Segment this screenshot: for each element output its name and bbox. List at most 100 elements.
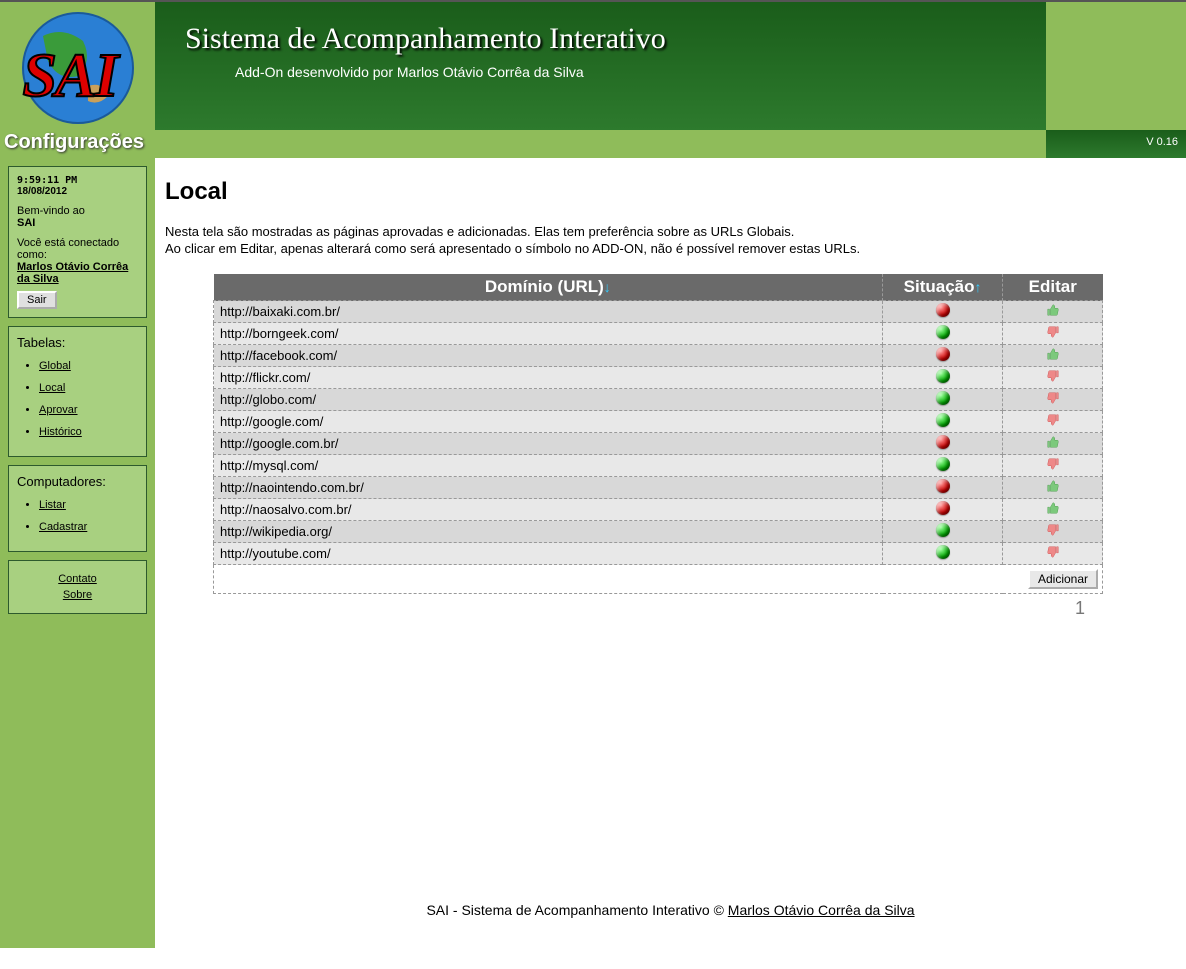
clock-time: 9:59:11 PM <box>17 175 138 186</box>
sidebar-item-cadastrar[interactable]: Cadastrar <box>39 521 87 533</box>
thumb-down-icon[interactable] <box>1045 545 1061 559</box>
status-red-icon <box>936 501 950 515</box>
sidebar-link-contato[interactable]: Contato <box>17 573 138 585</box>
cell-status <box>883 521 1003 543</box>
column-url[interactable]: Domínio (URL)↓ <box>214 274 883 301</box>
subheader-spacer <box>155 130 1046 158</box>
footer: SAI - Sistema de Acompanhamento Interati… <box>155 882 1186 938</box>
clock-date: 18/08/2012 <box>17 186 138 197</box>
table-row: http://flickr.com/ <box>214 367 1103 389</box>
sidebar-computers-list: Listar Cadastrar <box>17 499 138 533</box>
cell-url: http://globo.com/ <box>214 389 883 411</box>
sidebar-tables-title: Tabelas: <box>17 335 138 350</box>
table-row: http://borngeek.com/ <box>214 323 1103 345</box>
cell-edit <box>1003 499 1103 521</box>
thumb-up-icon[interactable] <box>1045 347 1061 361</box>
page-title: Local <box>165 178 1176 206</box>
cell-edit <box>1003 521 1103 543</box>
cell-status <box>883 543 1003 565</box>
sidebar-item-global[interactable]: Global <box>39 360 71 372</box>
cell-status <box>883 433 1003 455</box>
table-row: http://mysql.com/ <box>214 455 1103 477</box>
thumb-down-icon[interactable] <box>1045 413 1061 427</box>
page-desc-2: Ao clicar em Editar, apenas alterará com… <box>165 241 1176 256</box>
thumb-up-icon[interactable] <box>1045 435 1061 449</box>
cell-edit <box>1003 367 1103 389</box>
page-desc-1: Nesta tela são mostradas as páginas apro… <box>165 224 1176 239</box>
thumb-down-icon[interactable] <box>1045 325 1061 339</box>
thumb-down-icon[interactable] <box>1045 523 1061 537</box>
cell-edit <box>1003 389 1103 411</box>
status-red-icon <box>936 479 950 493</box>
sidebar-tables-list: Global Local Aprovar Histórico <box>17 360 138 438</box>
cell-status <box>883 323 1003 345</box>
sidebar-item-historico[interactable]: Histórico <box>39 426 82 438</box>
cell-edit <box>1003 455 1103 477</box>
version-label: V 0.16 <box>1046 130 1186 158</box>
cell-status <box>883 411 1003 433</box>
sidebar-links-box: Contato Sobre <box>8 560 147 614</box>
welcome-text: Bem-vindo ao SAI <box>17 205 138 229</box>
table-row: http://google.com.br/ <box>214 433 1103 455</box>
cell-url: http://naosalvo.com.br/ <box>214 499 883 521</box>
thumb-up-icon[interactable] <box>1045 303 1061 317</box>
sidebar-item-aprovar[interactable]: Aprovar <box>39 404 78 416</box>
cell-edit <box>1003 345 1103 367</box>
sidebar-link-sobre[interactable]: Sobre <box>17 589 138 601</box>
url-table: Domínio (URL)↓ Situação↑ Editar http://b… <box>213 274 1103 594</box>
status-green-icon <box>936 391 950 405</box>
table-row: http://google.com/ <box>214 411 1103 433</box>
sidebar-computers-title: Computadores: <box>17 474 138 489</box>
cell-edit <box>1003 543 1103 565</box>
status-red-icon <box>936 347 950 361</box>
subheader-title: Configurações <box>0 130 155 158</box>
content: Local Nesta tela são mostradas as página… <box>155 158 1186 948</box>
logout-button[interactable]: Sair <box>17 291 57 309</box>
pager: 1 <box>213 598 1103 619</box>
cell-status <box>883 345 1003 367</box>
header: SAI Sistema de Acompanhamento Interativo… <box>0 0 1186 130</box>
cell-url: http://borngeek.com/ <box>214 323 883 345</box>
cell-edit <box>1003 477 1103 499</box>
table-row: http://wikipedia.org/ <box>214 521 1103 543</box>
status-red-icon <box>936 435 950 449</box>
status-green-icon <box>936 369 950 383</box>
sidebar: 9:59:11 PM 18/08/2012 Bem-vindo ao SAI V… <box>0 158 155 948</box>
cell-url: http://google.com.br/ <box>214 433 883 455</box>
status-green-icon <box>936 457 950 471</box>
column-status[interactable]: Situação↑ <box>883 274 1003 301</box>
sort-down-icon: ↓ <box>604 279 611 295</box>
thumb-up-icon[interactable] <box>1045 501 1061 515</box>
sidebar-item-local[interactable]: Local <box>39 382 65 394</box>
username-link[interactable]: Marlos Otávio Corrêa da Silva <box>17 261 128 285</box>
cell-url: http://youtube.com/ <box>214 543 883 565</box>
column-edit[interactable]: Editar <box>1003 274 1103 301</box>
table-row: http://globo.com/ <box>214 389 1103 411</box>
cell-url: http://baixaki.com.br/ <box>214 301 883 323</box>
cell-edit <box>1003 411 1103 433</box>
cell-status <box>883 499 1003 521</box>
thumb-down-icon[interactable] <box>1045 369 1061 383</box>
sidebar-item-listar[interactable]: Listar <box>39 499 66 511</box>
thumb-down-icon[interactable] <box>1045 457 1061 471</box>
thumb-down-icon[interactable] <box>1045 391 1061 405</box>
cell-status <box>883 389 1003 411</box>
thumb-up-icon[interactable] <box>1045 479 1061 493</box>
cell-edit <box>1003 433 1103 455</box>
status-red-icon <box>936 303 950 317</box>
add-button[interactable]: Adicionar <box>1028 569 1098 589</box>
footer-author-link[interactable]: Marlos Otávio Corrêa da Silva <box>728 902 915 918</box>
status-green-icon <box>936 413 950 427</box>
logo: SAI <box>13 6 143 126</box>
sidebar-computers-box: Computadores: Listar Cadastrar <box>8 465 147 552</box>
table-row: http://baixaki.com.br/ <box>214 301 1103 323</box>
cell-edit <box>1003 301 1103 323</box>
sort-up-icon: ↑ <box>975 279 982 295</box>
table-row: http://facebook.com/ <box>214 345 1103 367</box>
header-right-box <box>1046 2 1186 130</box>
app-title: Sistema de Acompanhamento Interativo <box>185 22 1016 56</box>
status-green-icon <box>936 325 950 339</box>
cell-url: http://wikipedia.org/ <box>214 521 883 543</box>
cell-status <box>883 477 1003 499</box>
table-wrap: Domínio (URL)↓ Situação↑ Editar http://b… <box>213 274 1103 619</box>
